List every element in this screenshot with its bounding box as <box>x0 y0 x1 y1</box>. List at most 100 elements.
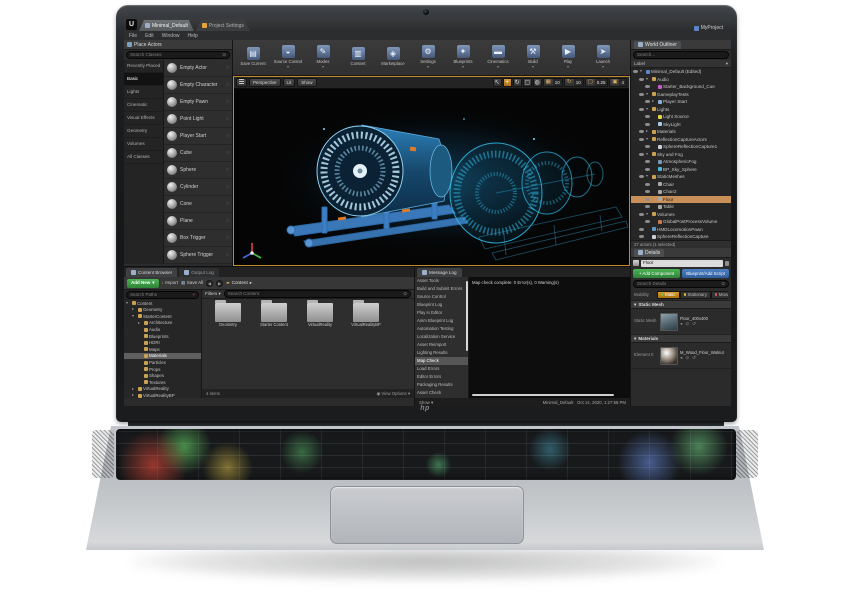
folder-tree-row[interactable]: Particles <box>124 359 201 366</box>
menu-item[interactable]: Edit <box>145 33 154 39</box>
folder-tree-row[interactable]: Audio <box>124 326 201 333</box>
mobility-option-button[interactable]: Movable <box>711 291 728 299</box>
place-actors-search-input[interactable]: Search Classes ⊙ <box>126 51 230 59</box>
folder-tile[interactable]: Starter Content <box>254 303 294 328</box>
visibility-eye-icon[interactable] <box>633 70 638 73</box>
outliner-row[interactable]: AtmosphericFog <box>631 158 731 166</box>
toolbar-button[interactable]: ✎ Modes ▾ <box>306 45 340 70</box>
asset-picker-icons[interactable]: ◂ ⊙ ↺ <box>680 321 728 326</box>
place-actors-category[interactable]: Visual Effects <box>124 112 163 125</box>
toolbar-button[interactable]: ⚒ Build ▾ <box>516 45 550 70</box>
expand-arrow-icon[interactable]: ▾ <box>646 77 650 82</box>
visibility-eye-icon[interactable] <box>645 183 650 186</box>
message-log-tab[interactable]: Message Log <box>417 268 462 277</box>
static-mesh-thumbnail[interactable] <box>660 313 678 331</box>
visibility-eye-icon[interactable] <box>639 78 644 81</box>
visibility-eye-icon[interactable] <box>645 168 650 171</box>
outliner-row[interactable]: Chair <box>631 181 731 189</box>
folder-tree-row[interactable]: Textures <box>124 379 201 386</box>
message-log-category[interactable]: Build and Submit Errors <box>415 285 468 293</box>
world-outliner-tab[interactable]: World Outliner <box>631 40 731 50</box>
transform-tool-icon[interactable]: ↻ <box>513 78 522 87</box>
transform-tool-icon[interactable]: + <box>503 78 512 87</box>
expand-arrow-icon[interactable]: ▾ <box>126 301 130 306</box>
message-log-category[interactable]: Asset Tools <box>415 277 468 285</box>
visibility-eye-icon[interactable] <box>645 115 650 118</box>
outliner-row[interactable]: ▾ ReflectionCaptureActors <box>631 136 731 144</box>
outliner-row[interactable]: ▾ Minimal_Default (Edited) <box>631 68 731 76</box>
toolbar-button[interactable]: ▤ Save Current <box>236 47 270 67</box>
add-component-button[interactable]: + Add Component <box>633 269 680 278</box>
folder-tile[interactable]: Geometry <box>208 303 248 328</box>
visibility-eye-icon[interactable] <box>639 93 644 96</box>
place-actors-category[interactable]: Lights <box>124 86 163 99</box>
message-log-category[interactable]: Lighting Results <box>415 349 468 357</box>
toolbar-button[interactable]: ▬ Cinematics ▾ <box>481 45 515 70</box>
message-log-category[interactable]: Asset Reimport <box>415 341 468 349</box>
place-actor-item[interactable]: Cylinder ○ <box>164 179 232 196</box>
view-mode-button[interactable]: Lit <box>283 78 296 87</box>
outliner-row[interactable]: ▾ Audio <box>631 76 731 84</box>
toolbar-button[interactable]: ◈ Marketplace <box>376 47 410 67</box>
details-tab[interactable]: Details <box>631 248 731 258</box>
menu-item[interactable]: Help <box>187 33 197 39</box>
folder-tree-row[interactable]: ▾ Content <box>124 300 201 307</box>
expand-arrow-icon[interactable]: ▾ <box>646 107 650 112</box>
expand-arrow-icon[interactable]: ▸ <box>138 321 142 326</box>
place-actor-item[interactable]: Sphere ○ <box>164 162 232 179</box>
viewport-scene[interactable] <box>234 89 629 265</box>
outliner-row[interactable]: ▾ Sky and Fog <box>631 151 731 159</box>
search-paths-input[interactable]: Search Paths × <box>126 291 199 299</box>
folder-tree-row[interactable]: HDRI <box>124 340 201 347</box>
visibility-eye-icon[interactable] <box>645 100 650 103</box>
outliner-row[interactable]: SphereReflectionCapture1 <box>631 143 731 151</box>
place-actors-category[interactable]: Geometry <box>124 125 163 138</box>
snap-control[interactable]: ▦ 10 <box>543 78 563 87</box>
place-actor-item[interactable]: Empty Character ○ <box>164 77 232 94</box>
visibility-eye-icon[interactable] <box>639 175 644 178</box>
message-log-category[interactable]: Packaging Results <box>415 381 468 389</box>
place-actors-category[interactable]: All Classes <box>124 151 163 164</box>
outliner-row[interactable]: Chair2 <box>631 188 731 196</box>
material-thumbnail[interactable] <box>660 347 678 365</box>
forward-arrow-icon[interactable]: ▶ <box>216 280 223 287</box>
expand-arrow-icon[interactable]: ▸ <box>652 99 656 104</box>
outliner-row[interactable]: ▾ Lights <box>631 106 731 114</box>
folder-tree-row[interactable]: ▸ Geometry <box>124 307 201 314</box>
folder-tree-row[interactable]: ▸ VirtualReality <box>124 386 201 393</box>
mobility-option-button[interactable]: Stationary <box>680 291 711 299</box>
message-log-category[interactable]: Localization Service <box>415 333 468 341</box>
folder-tile[interactable]: VirtualReality <box>300 303 340 328</box>
visibility-eye-icon[interactable] <box>645 145 650 148</box>
folder-tree-row[interactable]: Shapes <box>124 373 201 380</box>
transform-tool-icon[interactable]: ▢ <box>523 78 532 87</box>
snap-control[interactable]: ↻ 10 <box>564 78 584 87</box>
menu-item[interactable]: File <box>129 33 137 39</box>
expand-arrow-icon[interactable]: ▾ <box>646 174 650 179</box>
editor-tab[interactable]: Minimal_Default <box>139 20 194 31</box>
viewport-options-icon[interactable] <box>236 78 247 87</box>
visibility-eye-icon[interactable] <box>645 85 650 88</box>
message-log-category[interactable]: Asset Check <box>415 389 468 397</box>
scrollbar[interactable] <box>466 281 468 351</box>
message-log-category[interactable]: Editor Errors <box>415 373 468 381</box>
folder-tree-row[interactable]: ▸ Architecture <box>124 320 201 327</box>
expand-arrow-icon[interactable]: ▸ <box>132 307 136 312</box>
place-actor-item[interactable]: Player Start ○ <box>164 128 232 145</box>
clear-icon[interactable]: × <box>192 292 195 297</box>
outliner-row[interactable]: Table <box>631 203 731 211</box>
outliner-row[interactable]: ▾ GameplayTests <box>631 91 731 99</box>
details-search-input[interactable]: Search Details ⊙ <box>633 280 729 288</box>
place-actors-category[interactable]: Basic <box>124 73 163 86</box>
place-actor-item[interactable]: Sphere Trigger ○ <box>164 247 232 264</box>
place-actor-item[interactable]: Point Light ○ <box>164 111 232 128</box>
level-viewport[interactable]: Perspective Lit Show ↖+↻▢◍ ▦ <box>233 76 630 266</box>
outliner-row[interactable]: GlobalPostProcessVolume <box>631 218 731 226</box>
snap-control[interactable]: ▣ 4 <box>609 78 627 87</box>
toolbar-button[interactable]: ▶ Play ▾ <box>551 45 585 70</box>
static-mesh-section-header[interactable]: ▾ Static Mesh <box>631 301 731 309</box>
mobility-option-button[interactable]: Static <box>657 291 680 299</box>
import-button[interactable]: ↓ Import <box>162 280 179 285</box>
place-actor-item[interactable]: Empty Pawn ○ <box>164 94 232 111</box>
blueprint-add-script-button[interactable]: Blueprint/Add Script <box>682 269 729 278</box>
